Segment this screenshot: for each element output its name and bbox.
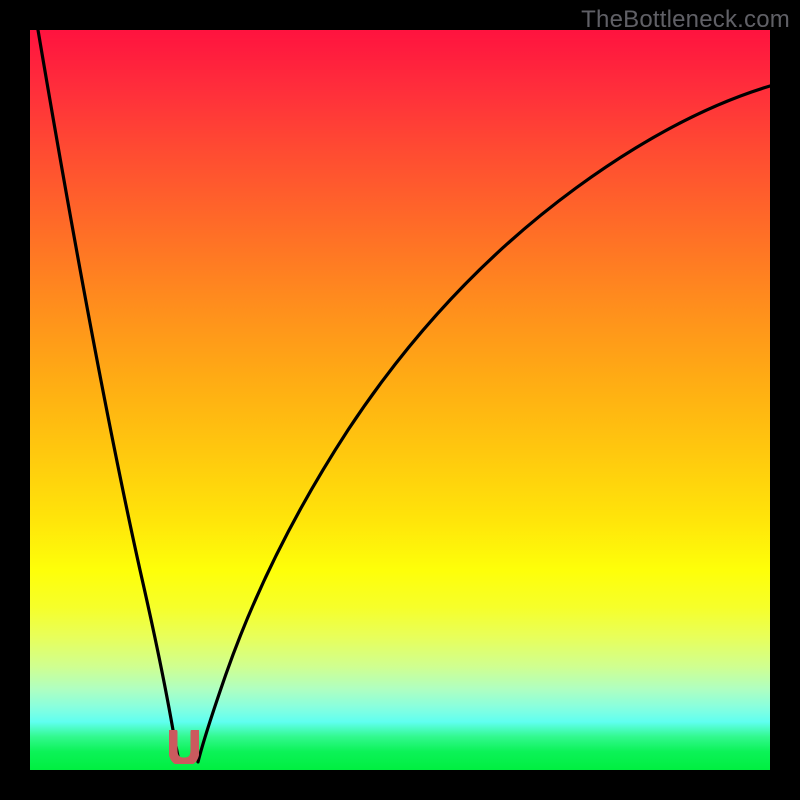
bottleneck-curve [30, 30, 770, 770]
curve-right-branch [198, 86, 770, 762]
figure-frame: TheBottleneck.com [0, 0, 800, 800]
curve-left-branch [38, 30, 179, 762]
watermark-text: TheBottleneck.com [581, 6, 790, 34]
optimal-marker-icon [169, 730, 199, 764]
plot-area [30, 30, 770, 770]
